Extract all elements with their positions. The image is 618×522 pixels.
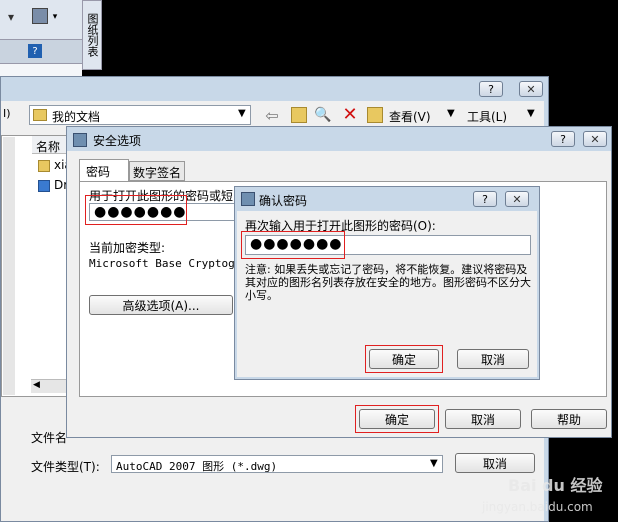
tools-chevron-icon[interactable]: ▼ [527, 108, 535, 119]
app-toolbar: ▾ ▾ [0, 0, 82, 40]
file-dialog-help-button[interactable]: ? [479, 81, 503, 97]
highlight-box [85, 195, 187, 225]
ok-highlight-box [355, 405, 439, 433]
security-cancel-button[interactable]: 取消 [445, 409, 521, 429]
security-dialog-icon [73, 133, 87, 147]
palette-header: ? [0, 40, 82, 64]
security-help-button[interactable]: ? [551, 131, 575, 147]
chevron-down-icon: ▼ [430, 458, 438, 469]
lookin-select[interactable]: 我的文档 ▼ [29, 105, 251, 125]
encryption-label: 当前加密类型: [89, 241, 166, 255]
confirm-close-button[interactable]: ✕ [505, 191, 529, 207]
watermark-url: jingyan.baidu.com [482, 500, 593, 514]
lookin-value: 我的文档 [52, 110, 101, 124]
confirm-dialog: 确认密码 ? ✕ 再次输入用于打开此图形的密码(O): ●●●●●●● 注意: … [234, 186, 540, 380]
toolbar-view-menu[interactable]: 查看(V) [389, 108, 431, 125]
file-cancel-button[interactable]: 取消 [455, 453, 535, 473]
tab-signature-label: 数字签名 [133, 166, 182, 180]
delete-icon[interactable]: ✕ [341, 104, 359, 125]
tab-password-label: 密码 [86, 165, 111, 179]
filetype-value: AutoCAD 2007 图形 (*.dwg) [116, 460, 278, 473]
advanced-options-button[interactable]: 高级选项(A)... [89, 295, 233, 315]
scroll-left-icon: ◀ [33, 380, 40, 390]
left-edge-label: I) [3, 107, 11, 120]
tab-digital-signature[interactable]: 数字签名 [129, 161, 185, 181]
drawing-icon [38, 180, 50, 192]
confirm-cancel-button[interactable]: 取消 [457, 349, 529, 369]
confirm-help-button[interactable]: ? [473, 191, 497, 207]
watermark-brand: Bai du 经验 [508, 476, 603, 495]
folder-icon [38, 160, 50, 172]
palette-help-icon[interactable]: ? [28, 44, 42, 58]
view-chevron-icon[interactable]: ▼ [447, 108, 455, 119]
security-help-text-button[interactable]: 帮助 [531, 409, 607, 429]
confirm-note: 注意: 如果丢失或忘记了密码，将不能恢复。建议将密码及其对应的图形名列表存放在安… [245, 263, 531, 302]
save-icon[interactable] [32, 8, 48, 24]
col-name-header: 名称 [36, 140, 61, 154]
toolbar-arrow-icon[interactable]: ▾ [4, 10, 18, 24]
filetype-select[interactable]: AutoCAD 2007 图形 (*.dwg) ▼ [111, 455, 443, 473]
search-icon[interactable]: 🔍 [314, 107, 331, 123]
back-arrow-icon[interactable]: ⇦ [263, 106, 281, 125]
security-dialog-title: 安全选项 [93, 134, 142, 148]
left-scrollbar[interactable] [3, 137, 15, 395]
security-close-button[interactable]: ✕ [583, 131, 607, 147]
confirm-dialog-title: 确认密码 [259, 194, 308, 208]
tab-password[interactable]: 密码 [79, 159, 129, 181]
file-dialog-close-button[interactable]: ✕ [519, 81, 543, 97]
confirm-dialog-icon [241, 192, 255, 206]
folder-icon [33, 109, 47, 121]
encryption-value: Microsoft Base Cryptogra [89, 257, 248, 270]
filetype-label: 文件类型(T): [31, 460, 100, 474]
confirm-highlight-box [241, 231, 345, 259]
filename-label: 文件名 [31, 431, 68, 445]
new-folder-icon[interactable] [367, 107, 383, 123]
toolbar-tools-menu[interactable]: 工具(L) [467, 108, 507, 125]
up-folder-icon[interactable] [291, 107, 307, 123]
sidebar-vertical-label: 图纸列表 [86, 13, 99, 57]
dropdown-arrow-icon[interactable]: ▾ [50, 10, 60, 24]
sidebar-vertical-tab[interactable]: 图纸列表 [82, 0, 102, 70]
chevron-down-icon: ▼ [238, 108, 246, 119]
confirm-ok-highlight-box [365, 345, 443, 373]
